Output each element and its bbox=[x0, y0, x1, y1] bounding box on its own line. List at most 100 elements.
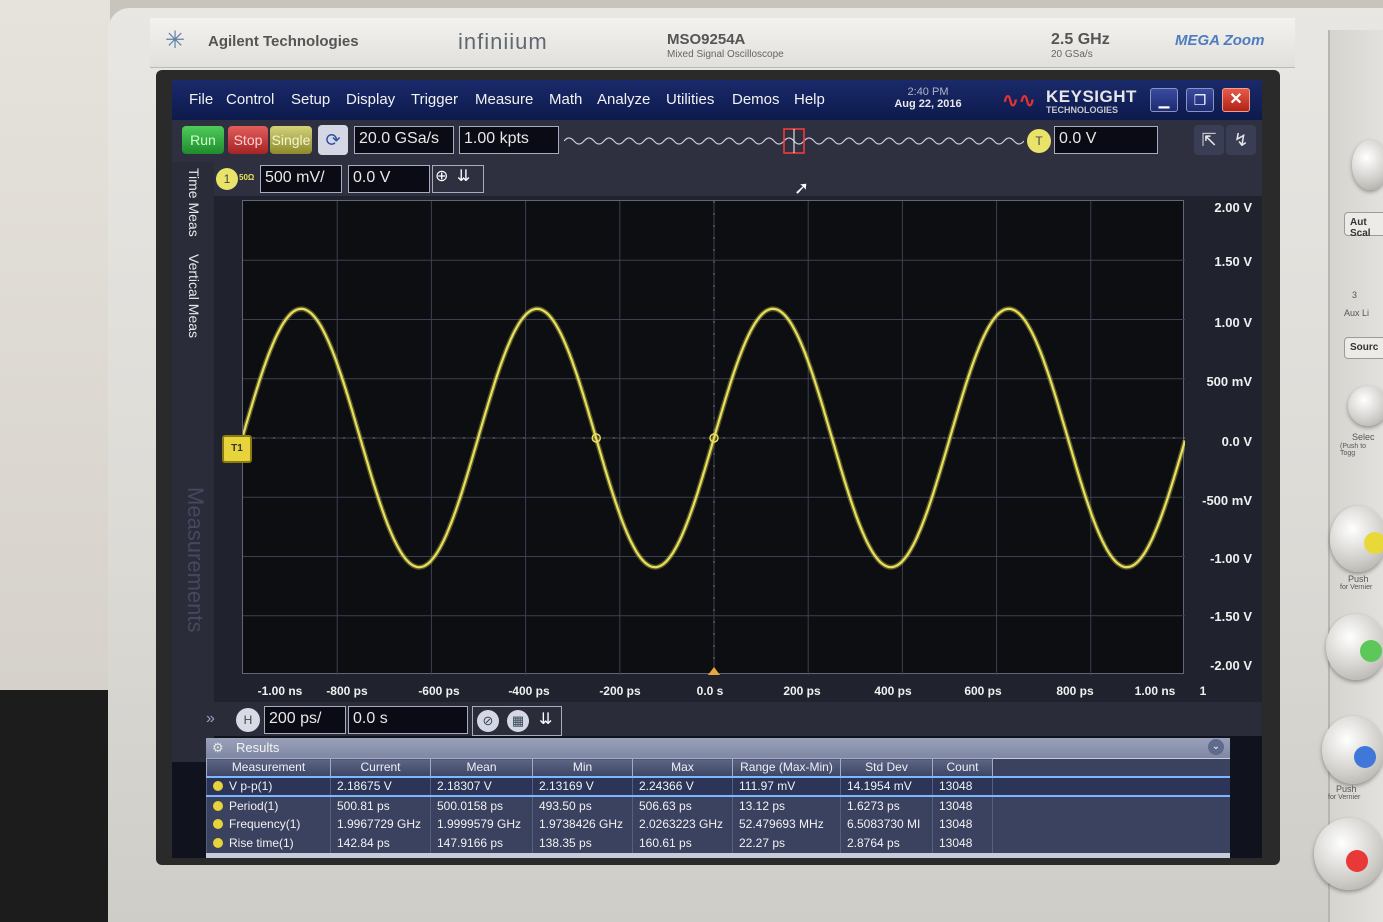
model-number: MSO9254A bbox=[667, 31, 746, 48]
table-cell: 14.1954 mV bbox=[840, 775, 933, 797]
trigger-level-field[interactable]: 0.0 V bbox=[1054, 126, 1158, 154]
table-cell: 13.12 ps bbox=[732, 795, 841, 815]
table-cell: 13048 bbox=[932, 833, 993, 853]
horizontal-badge[interactable]: H bbox=[236, 708, 260, 732]
maximize-icon[interactable]: ❐ bbox=[1186, 88, 1214, 112]
channel3-led bbox=[1354, 746, 1376, 768]
table-cell: 13048 bbox=[932, 795, 993, 815]
table-cell: 1.9967729 GHz bbox=[330, 814, 431, 834]
waveform-plot bbox=[240, 201, 1188, 675]
channel2-led bbox=[1360, 640, 1382, 662]
sample-rate-field[interactable]: 20.0 GSa/s bbox=[354, 126, 454, 154]
waveform-grid[interactable] bbox=[240, 200, 1188, 675]
column-header: Std Dev bbox=[840, 758, 933, 777]
minimize-icon[interactable]: ▁ bbox=[1150, 88, 1178, 112]
select-label: Selec bbox=[1352, 432, 1375, 442]
x-label: -1.00 ns bbox=[257, 684, 303, 698]
table-row[interactable]: Period(1) 500.81 ps 500.0158 ps 493.50 p… bbox=[206, 795, 1230, 815]
x-label: 400 ps bbox=[874, 684, 912, 698]
table-cell: 1.9738426 GHz bbox=[532, 814, 633, 834]
auto-scale-button[interactable]: Aut Scal bbox=[1344, 212, 1383, 239]
run-button[interactable]: Run bbox=[182, 126, 224, 154]
single-button[interactable]: Single bbox=[270, 126, 312, 154]
channel1-impedance: 50Ω bbox=[239, 173, 255, 182]
channel-dot-icon bbox=[213, 781, 223, 791]
measurement-name: Rise time(1) bbox=[229, 836, 294, 850]
table-cell: 111.97 mV bbox=[732, 775, 841, 797]
acquisition-mode-icon[interactable]: ⟳ bbox=[318, 125, 348, 155]
menu-utilities[interactable]: Utilities bbox=[666, 91, 714, 108]
series-name: infiniium bbox=[458, 29, 548, 54]
y-label: 1.00 V bbox=[1214, 315, 1252, 330]
table-row[interactable]: Rise time(1) 142.84 ps 147.9166 ps 138.3… bbox=[206, 833, 1230, 853]
source-button[interactable]: Sourc bbox=[1344, 337, 1383, 359]
memory-depth-field[interactable]: 1.00 kpts bbox=[459, 126, 559, 154]
menu-measure[interactable]: Measure bbox=[475, 91, 533, 108]
background-wall bbox=[0, 0, 110, 690]
zoom-icon[interactable]: ⊘ bbox=[477, 710, 499, 732]
edge-trigger-icon[interactable]: ↯ bbox=[1226, 125, 1256, 155]
table-cell: 147.9166 ps bbox=[430, 833, 533, 853]
channel1-scale-field[interactable]: 500 mV/ bbox=[260, 165, 342, 193]
channel1-offset-field[interactable]: 0.0 V bbox=[348, 165, 430, 193]
expand-icon[interactable]: » bbox=[206, 710, 215, 728]
table-row[interactable]: V p-p(1) 2.18675 V 2.18307 V 2.13169 V 2… bbox=[206, 775, 1230, 797]
column-header: Min bbox=[532, 758, 633, 777]
select-knob[interactable] bbox=[1348, 386, 1383, 426]
grid-icon[interactable]: ▦ bbox=[507, 710, 529, 732]
brand-name: Agilent Technologies bbox=[208, 33, 359, 50]
measurement-name: Frequency(1) bbox=[229, 817, 301, 831]
horizontal-position-field[interactable]: 0.0 s bbox=[348, 706, 468, 734]
pin-icon[interactable]: ⇊ bbox=[539, 709, 552, 729]
channel1-ground-marker[interactable]: T1 bbox=[222, 435, 252, 463]
menu-demos[interactable]: Demos bbox=[732, 91, 780, 108]
agilent-spark-icon: ✳ bbox=[165, 27, 186, 54]
vertical-meas-tab[interactable]: Vertical Meas bbox=[186, 254, 202, 338]
y-label: -1.50 V bbox=[1210, 609, 1252, 624]
bandwidth-label: 2.5 GHz bbox=[1051, 31, 1110, 48]
stop-button[interactable]: Stop bbox=[228, 126, 268, 154]
cursor-mode-icon[interactable]: ⇱ bbox=[1194, 125, 1224, 155]
y-label: -2.00 V bbox=[1210, 658, 1252, 673]
collapse-icon[interactable]: ⌄ bbox=[1208, 739, 1224, 755]
keysight-logo: ∿∿ KEYSIGHT TECHNOLOGIES bbox=[1002, 86, 1142, 116]
table-cell: 160.61 ps bbox=[632, 833, 733, 853]
menu-trigger[interactable]: Trigger bbox=[411, 91, 458, 108]
table-cell: 2.0263223 GHz bbox=[632, 814, 733, 834]
horizontal-bar: » H 200 ps/ 0.0 s ⊘ ▦ ⇊ bbox=[172, 702, 1262, 736]
menu-file[interactable]: File bbox=[189, 91, 213, 108]
display-screen: File Control Setup Display Trigger Measu… bbox=[172, 80, 1262, 858]
x-label: 800 ps bbox=[1056, 684, 1094, 698]
menu-display[interactable]: Display bbox=[346, 91, 395, 108]
table-cell: 138.35 ps bbox=[532, 833, 633, 853]
vernier-label-3: for Vernier bbox=[1328, 794, 1361, 801]
column-header: Max bbox=[632, 758, 733, 777]
table-cell-spacer bbox=[992, 833, 1230, 853]
column-header: Count bbox=[932, 758, 993, 777]
measurement-name-cell: Period(1) bbox=[206, 795, 331, 815]
menu-setup[interactable]: Setup bbox=[291, 91, 330, 108]
close-icon[interactable]: ✕ bbox=[1222, 88, 1250, 112]
acquisition-toolbar: Run Stop Single ⟳ 20.0 GSa/s 1.00 kpts T… bbox=[172, 120, 1262, 162]
menu-analyze[interactable]: Analyze bbox=[597, 91, 650, 108]
add-channel-icon[interactable]: ⊕ bbox=[435, 168, 448, 185]
measurement-name-cell: V p-p(1) bbox=[206, 775, 331, 797]
menu-control[interactable]: Control bbox=[226, 91, 274, 108]
menu-math[interactable]: Math bbox=[549, 91, 582, 108]
channel1-badge[interactable]: 1 bbox=[216, 168, 238, 190]
x-label: -400 ps bbox=[508, 684, 550, 698]
menu-help[interactable]: Help bbox=[794, 91, 825, 108]
table-row[interactable]: Frequency(1) 1.9967729 GHz 1.9999579 GHz… bbox=[206, 814, 1230, 834]
pin-icon[interactable]: ⇊ bbox=[457, 168, 470, 185]
table-cell: 500.0158 ps bbox=[430, 795, 533, 815]
horizontal-knob[interactable] bbox=[1352, 140, 1383, 190]
channel-dot-icon bbox=[213, 838, 223, 848]
table-cell: 22.27 ps bbox=[732, 833, 841, 853]
channel-dot-icon bbox=[213, 800, 223, 811]
measurements-tab[interactable]: Measurements bbox=[182, 487, 208, 633]
table-cell: 2.8764 ps bbox=[840, 833, 933, 853]
time-meas-tab[interactable]: Time Meas bbox=[186, 168, 202, 237]
menu-bar: File Control Setup Display Trigger Measu… bbox=[172, 80, 1262, 120]
timebase-scale-field[interactable]: 200 ps/ bbox=[264, 706, 346, 734]
settings-gear-icon[interactable]: ⚙ bbox=[212, 740, 224, 756]
